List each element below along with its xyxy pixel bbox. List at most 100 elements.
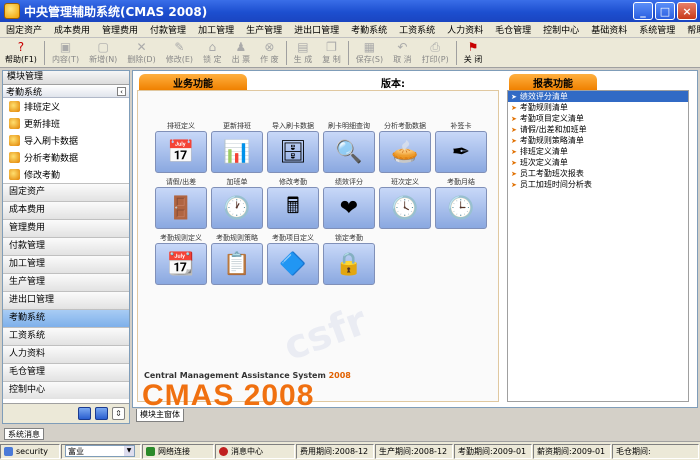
function-button[interactable]: 分析考勤数据 🥧 <box>378 121 432 173</box>
module-group[interactable]: 生产管理 <box>3 273 129 291</box>
toolbar-button[interactable]: ⚑ 关 闭 <box>459 40 488 65</box>
minimize-button[interactable]: _ <box>633 2 653 20</box>
function-icon[interactable]: 📆 <box>155 243 207 285</box>
function-button[interactable]: 补签卡 ✒ <box>434 121 488 173</box>
function-button[interactable]: 导入刷卡数据 🗄 <box>266 121 320 173</box>
function-icon[interactable]: 🕐 <box>211 187 263 229</box>
function-button[interactable]: 修改考勤 🖩 <box>266 177 320 229</box>
menu-item[interactable]: 基础资料 <box>585 23 633 36</box>
module-group[interactable]: 人力资料 <box>3 345 129 363</box>
toolbar-button[interactable]: ♟ 出 票 <box>227 40 256 65</box>
menu-item[interactable]: 帮助 <box>681 23 700 36</box>
toolbar-button[interactable]: ? 帮助(F1) <box>0 40 42 65</box>
function-button[interactable]: 刷卡明细查询 🔍 <box>322 121 376 173</box>
report-item[interactable]: ➤ 绩效评分清单 <box>508 91 688 102</box>
tab-business-functions[interactable]: 业务功能 <box>139 74 247 90</box>
function-icon[interactable]: ✒ <box>435 131 487 173</box>
report-item[interactable]: ➤ 请假/出差和加班单 <box>508 124 688 135</box>
view-small-icon[interactable] <box>95 407 108 420</box>
function-button[interactable]: 请假/出差 🚪 <box>154 177 208 229</box>
function-icon[interactable]: 🥧 <box>379 131 431 173</box>
report-item[interactable]: ➤ 排班定义清单 <box>508 146 688 157</box>
report-item[interactable]: ➤ 班次定义清单 <box>508 157 688 168</box>
menu-item[interactable]: 毛仓管理 <box>489 23 537 36</box>
section-header[interactable]: 考勤系统 ‹ <box>3 85 129 98</box>
report-item[interactable]: ➤ 员工考勤班次报表 <box>508 168 688 179</box>
nav-item[interactable]: 修改考勤 <box>3 166 129 183</box>
nav-item[interactable]: 更新排班 <box>3 115 129 132</box>
tab-report-functions[interactable]: 报表功能 <box>509 74 597 90</box>
view-large-icon[interactable] <box>78 407 91 420</box>
status-msg-center[interactable]: 消息中心 <box>215 443 295 459</box>
menu-item[interactable]: 控制中心 <box>537 23 585 36</box>
dept-select[interactable]: 富业 ▼ <box>65 445 135 457</box>
tab-main-window[interactable]: 模块主窗体 <box>136 409 184 422</box>
menu-item[interactable]: 成本费用 <box>48 23 96 36</box>
function-icon[interactable]: 🚪 <box>155 187 207 229</box>
toolbar-button[interactable]: ❐ 复 制 <box>317 40 346 65</box>
menu-item[interactable]: 固定资产 <box>0 23 48 36</box>
toolbar-button[interactable]: ▣ 内容(T) <box>47 40 84 65</box>
menu-item[interactable]: 工资系统 <box>393 23 441 36</box>
report-item[interactable]: ➤ 考勤规则清单 <box>508 102 688 113</box>
menu-item[interactable]: 进出口管理 <box>288 23 345 36</box>
report-item[interactable]: ➤ 考勤规则策略清单 <box>508 135 688 146</box>
function-button[interactable]: 更新排班 📊 <box>210 121 264 173</box>
menu-item[interactable]: 人力资料 <box>441 23 489 36</box>
menu-item[interactable]: 系统管理 <box>633 23 681 36</box>
chevron-down-icon[interactable]: ▼ <box>124 446 134 456</box>
scroll-icon[interactable]: ⇕ <box>112 407 125 420</box>
function-icon[interactable]: 🔒 <box>323 243 375 285</box>
function-button[interactable]: 绩效评分 ❤ <box>322 177 376 229</box>
module-group[interactable]: 付款管理 <box>3 237 129 255</box>
report-item[interactable]: ➤ 考勤项目定义清单 <box>508 113 688 124</box>
menu-item[interactable]: 生产管理 <box>240 23 288 36</box>
toolbar-button[interactable]: ✕ 删除(D) <box>122 40 160 65</box>
menu-item[interactable]: 管理费用 <box>96 23 144 36</box>
function-button[interactable]: 班次定义 🕓 <box>378 177 432 229</box>
menu-item[interactable]: 考勤系统 <box>345 23 393 36</box>
module-group[interactable]: 控制中心 <box>3 381 129 399</box>
function-icon[interactable]: 📋 <box>211 243 263 285</box>
toolbar-button[interactable]: ↶ 取 消 <box>388 40 417 65</box>
function-icon[interactable]: 🕒 <box>435 187 487 229</box>
function-icon[interactable]: 📊 <box>211 131 263 173</box>
function-icon[interactable]: 📅 <box>155 131 207 173</box>
function-icon[interactable]: 🔍 <box>323 131 375 173</box>
function-button[interactable]: 考勤规则策略 📋 <box>210 233 264 285</box>
toolbar-button[interactable]: ⊗ 作 废 <box>255 40 284 65</box>
function-icon[interactable]: 🔷 <box>267 243 319 285</box>
maximize-button[interactable]: □ <box>655 2 675 20</box>
function-icon[interactable]: 🖩 <box>267 187 319 229</box>
toolbar-button[interactable]: ✎ 修改(E) <box>161 40 198 65</box>
module-group[interactable]: 管理费用 <box>3 219 129 237</box>
toolbar-button[interactable]: ▢ 新增(N) <box>84 40 122 65</box>
module-group[interactable]: 考勤系统 <box>3 309 129 327</box>
menu-item[interactable]: 加工管理 <box>192 23 240 36</box>
module-group[interactable]: 固定资产 <box>3 183 129 201</box>
module-group[interactable]: 加工管理 <box>3 255 129 273</box>
function-button[interactable]: 考勤规则定义 📆 <box>154 233 208 285</box>
toolbar-button[interactable]: ▦ 保存(S) <box>351 40 388 65</box>
collapse-icon[interactable]: ‹ <box>117 86 126 96</box>
function-button[interactable]: 考勤项目定义 🔷 <box>266 233 320 285</box>
status-network[interactable]: 网络连接 <box>142 443 214 459</box>
module-group[interactable]: 进出口管理 <box>3 291 129 309</box>
tab-system-messages[interactable]: 系统消息 <box>4 428 44 440</box>
toolbar-button[interactable]: ⎙ 打印(P) <box>417 40 454 65</box>
nav-item[interactable]: 导入刷卡数据 <box>3 132 129 149</box>
function-button[interactable]: 加班单 🕐 <box>210 177 264 229</box>
menu-item[interactable]: 付款管理 <box>144 23 192 36</box>
function-icon[interactable]: ❤ <box>323 187 375 229</box>
status-dept[interactable]: 富业 ▼ <box>61 443 141 459</box>
function-button[interactable]: 锁定考勤 🔒 <box>322 233 376 285</box>
module-group[interactable]: 成本费用 <box>3 201 129 219</box>
nav-item[interactable]: 排班定义 <box>3 98 129 115</box>
module-group[interactable]: 工资系统 <box>3 327 129 345</box>
nav-item[interactable]: 分析考勤数据 <box>3 149 129 166</box>
toolbar-button[interactable]: ▤ 生 成 <box>289 40 318 65</box>
report-item[interactable]: ➤ 员工加班时间分析表 <box>508 179 688 190</box>
function-button[interactable]: 考勤月结 🕒 <box>434 177 488 229</box>
close-button[interactable]: × <box>677 2 697 20</box>
module-group[interactable]: 毛仓管理 <box>3 363 129 381</box>
